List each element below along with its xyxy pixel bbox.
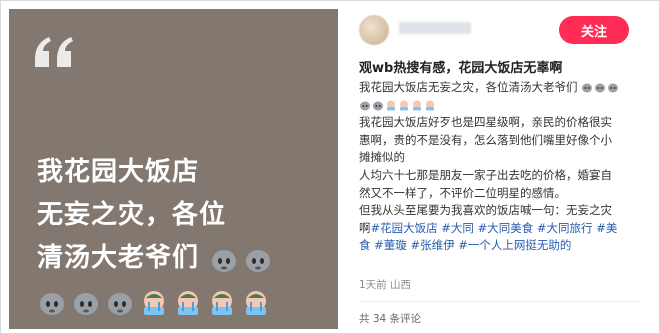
body-line: 惠啊，贵的不是没有，怎么落到他们嘴里好像个小 — [359, 132, 612, 147]
hashtag-link[interactable]: #花园大饭店 — [371, 221, 438, 235]
quote-icon — [35, 37, 73, 67]
quote-line-text: 清汤大老爷们 — [37, 243, 200, 273]
body-emoji-line — [359, 97, 645, 115]
stone-face-emoji — [40, 292, 64, 315]
body-line: 但我从头至尾要为我喜欢的饭店喊一句：无妄之灾 — [359, 203, 612, 218]
crying-face-emoji — [400, 100, 408, 111]
stone-face-emoji — [373, 101, 383, 111]
hashtag-link[interactable]: #美 — [596, 221, 617, 235]
quote-line: 清汤大老爷们 — [37, 237, 333, 280]
post-panel: 关注 观wb热搜有感，花园大饭店无辜啊 我花园大饭店无妄之灾，各位清汤大老爷们 … — [347, 9, 649, 329]
quote-text: 我花园大饭店 无妄之灾，各位 清汤大老爷们 — [37, 151, 333, 323]
stone-face-emoji — [608, 83, 619, 93]
stone-face-emoji — [595, 83, 606, 93]
hashtag-link[interactable]: #张维伊 — [410, 238, 454, 252]
crying-face-emoji — [426, 100, 434, 111]
quote-line: 无妄之灾，各位 — [37, 200, 227, 230]
divider — [359, 301, 641, 302]
hashtag-link[interactable]: #一个人上网挺无助的 — [458, 238, 571, 252]
crying-face-emoji — [212, 290, 232, 315]
stone-face-emoji — [108, 292, 132, 315]
crying-face-emoji — [387, 100, 395, 111]
hashtag-link-continued[interactable]: 食 — [359, 238, 371, 252]
quote-emoji-line — [37, 280, 333, 323]
body-line: 人均六十七那是朋友一家子出去吃的价格，婚宴自 — [359, 167, 612, 182]
follow-button[interactable]: 关注 — [559, 16, 629, 44]
crying-face-emoji — [246, 290, 266, 315]
stone-face-emoji — [74, 292, 98, 315]
stone-face-emoji — [360, 101, 370, 111]
hashtag-link[interactable]: #大同旅行 — [537, 221, 593, 235]
body-line: 我花园大饭店无妄之灾，各位清汤大老爷们 — [359, 79, 645, 97]
body-line: 食 #董璇 #张维伊 #一个人上网挺无助的 — [359, 237, 645, 255]
body-line: 摊摊似的 — [359, 150, 405, 165]
emoji-row — [209, 244, 273, 274]
body-line: 啊#花园大饭店 #大同 #大同美食 #大同旅行 #美 — [359, 220, 645, 238]
post-meta: 1天前 山西 — [359, 279, 412, 291]
hashtag-link[interactable]: #大同美食 — [478, 221, 534, 235]
avatar[interactable] — [359, 15, 389, 45]
stone-face-emoji — [246, 249, 271, 272]
crying-face-emoji — [178, 290, 198, 315]
screenshot-frame: 我花园大饭店 无妄之灾，各位 清汤大老爷们 关注 观wb热搜有感，花园大饭店无辜… — [0, 0, 660, 334]
quote-line: 我花园大饭店 — [37, 157, 200, 187]
quote-card: 我花园大饭店 无妄之灾，各位 清汤大老爷们 — [9, 9, 338, 329]
crying-face-emoji — [413, 100, 421, 111]
stone-face-emoji — [582, 83, 593, 93]
hashtag-link[interactable]: #大同 — [441, 221, 474, 235]
post-body: 我花园大饭店无妄之灾，各位清汤大老爷们 我花园大饭店好歹也是四星级啊，亲民的价格… — [359, 79, 645, 255]
body-line: 我花园大饭店好歹也是四星级啊，亲民的价格很实 — [359, 115, 612, 130]
emoji-row — [37, 287, 271, 317]
hashtag-link[interactable]: #董璇 — [374, 238, 407, 252]
body-text: 啊 — [359, 220, 371, 235]
post-title: 观wb热搜有感，花园大饭店无辜啊 — [359, 61, 563, 76]
username-blurred[interactable] — [399, 22, 471, 34]
comment-count[interactable]: 共 34 条评论 — [359, 311, 421, 326]
stone-face-emoji — [212, 249, 237, 272]
body-text: 我花园大饭店无妄之灾，各位清汤大老爷们 — [359, 80, 578, 94]
crying-face-emoji — [144, 290, 164, 315]
body-line: 然又不一样了，不评价二位明星的感情。 — [359, 185, 566, 200]
